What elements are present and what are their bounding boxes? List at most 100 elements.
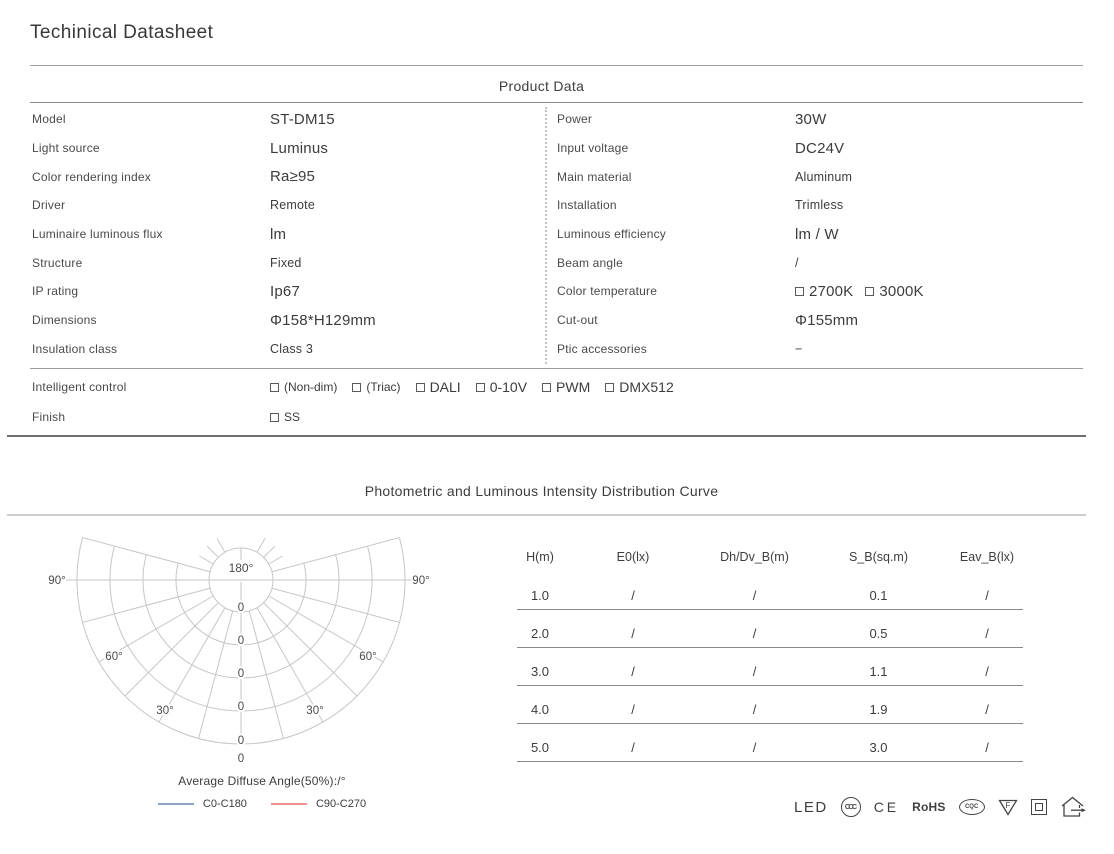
double-insulation-icon (1031, 799, 1047, 815)
title-divider (30, 65, 1083, 66)
table-cell: / (939, 626, 1035, 641)
polar-angle-label: 30° (306, 705, 323, 717)
polar-grid-line (272, 588, 400, 622)
table-cell: / (939, 664, 1035, 679)
spec-value: Ra≥95 (270, 168, 315, 185)
spec-value: Remote (270, 198, 315, 212)
table-cell: 5.0 (505, 740, 575, 755)
rohs-mark-icon: RoHS (912, 800, 945, 814)
table-cell: 4.0 (505, 702, 575, 717)
polar-grid-line (264, 603, 357, 696)
polar-radial-tick: 0 (238, 635, 244, 647)
spec-label: Dimensions (32, 313, 270, 327)
checkbox-option: (Triac) (352, 380, 400, 394)
option-label: (Triac) (366, 380, 400, 394)
legend-item: C0-C180 (158, 798, 247, 810)
checkbox-icon (270, 413, 279, 422)
option-label: DMX512 (619, 379, 673, 395)
table-cell: 0.1 (818, 588, 939, 603)
spec-row: InstallationTrimless (557, 191, 1083, 220)
spec-label: Luminaire luminous flux (32, 227, 270, 241)
spec-label: Power (557, 112, 795, 126)
spec-row: DriverRemote (32, 191, 532, 220)
control-section-divider (30, 368, 1083, 369)
spec-label: Ptic accessories (557, 342, 795, 356)
product-heading-divider (30, 102, 1083, 103)
checkbox-option: DALI (416, 379, 461, 395)
polar-angle-label: 90° (412, 575, 429, 587)
spec-row: Insulation classClass 3 (32, 334, 532, 363)
spec-row: DimensionsΦ158*H129mm (32, 306, 532, 335)
table-header-row: H(m)E0(lx)Dh/Dv_B(m)S_B(sq.m)Eav_B(lx) (505, 542, 1035, 572)
legend-label: C0-C180 (203, 798, 247, 810)
table-cell: / (575, 740, 691, 755)
photometric-heading-divider (7, 514, 1086, 516)
polar-grid-line (207, 546, 218, 557)
polar-grid-line (249, 611, 283, 739)
polar-legend: C0-C180 C90-C270 (42, 798, 482, 810)
control-options: (Non-dim)(Triac)DALI0-10VPWMDMX512 (270, 379, 674, 395)
polar-angle-label: 90° (48, 575, 65, 587)
table-cell: / (575, 588, 691, 603)
polar-grid-line (269, 556, 283, 564)
spec-label: Cut-out (557, 313, 795, 327)
spec-label: Structure (32, 256, 270, 270)
double-insulation-inner (1035, 803, 1043, 811)
spec-value: − (795, 342, 803, 356)
polar-angle-label: 30° (156, 705, 173, 717)
table-cell: 1.0 (505, 588, 575, 603)
spec-row: Color temperature2700K3000K (557, 277, 1083, 306)
column-header: H(m) (505, 550, 575, 564)
page-title: Techinical Datasheet (30, 22, 213, 44)
spec-value: Ip67 (270, 283, 300, 300)
spec-value: lm (270, 226, 286, 243)
spec-value: Class 3 (270, 342, 313, 356)
polar-grid-line (217, 538, 225, 552)
spec-row: Luminous efficiencylm / W (557, 220, 1083, 249)
datasheet-page: Techinical Datasheet Product Data ModelS… (0, 0, 1114, 854)
spec-label: Color rendering index (32, 170, 270, 184)
polar-grid-line (199, 556, 213, 564)
spec-row: IP ratingIp67 (32, 277, 532, 306)
spec-label: Intelligent control (32, 380, 270, 394)
control-rows: Intelligent control(Non-dim)(Triac)DALI0… (32, 372, 1082, 432)
table-cell: / (939, 740, 1035, 755)
checkbox-icon (352, 383, 361, 392)
row-underline (517, 723, 1023, 724)
spec-value: 30W (795, 111, 826, 128)
checkbox-icon (605, 383, 614, 392)
column-header: Dh/Dv_B(m) (691, 550, 818, 564)
spec-row: Color rendering indexRa≥95 (32, 162, 532, 191)
spec-row: Cut-outΦ155mm (557, 306, 1083, 335)
table-cell: / (939, 702, 1035, 717)
table-cell: 3.0 (818, 740, 939, 755)
spec-row: Luminaire luminous fluxlm (32, 220, 532, 249)
spec-value: lm / W (795, 226, 839, 243)
polar-radial-tick: 0 (238, 602, 244, 614)
spec-value: Φ155mm (795, 312, 858, 329)
polar-radial-tick: 0 (238, 735, 244, 747)
product-data-heading: Product Data (0, 78, 1083, 94)
spec-label: Finish (32, 410, 270, 424)
spec-value: Luminus (270, 140, 328, 157)
checkbox-icon (542, 383, 551, 392)
checkbox-option: 3000K (865, 283, 923, 300)
table-row: 4.0//1.9/ (505, 694, 1035, 724)
table-cell: / (575, 626, 691, 641)
table-row: 3.0//1.1/ (505, 656, 1035, 686)
ce-mark-icon: CE (874, 799, 899, 815)
spec-column-right: Power30WInput voltageDC24VMain materialA… (557, 105, 1083, 363)
spec-row: Power30W (557, 105, 1083, 134)
polar-angle-label: 60° (359, 651, 376, 663)
table-cell: 1.9 (818, 702, 939, 717)
polar-grid-line (125, 603, 218, 696)
legend-label: C90-C270 (316, 798, 366, 810)
table-cell: / (939, 588, 1035, 603)
polar-radial-tick: 0 (238, 753, 244, 765)
checkbox-option: (Non-dim) (270, 380, 337, 394)
table-cell: / (691, 588, 818, 603)
row-underline (517, 761, 1023, 762)
row-underline (517, 647, 1023, 648)
column-header: E0(lx) (575, 550, 691, 564)
table-cell: 0.5 (818, 626, 939, 641)
